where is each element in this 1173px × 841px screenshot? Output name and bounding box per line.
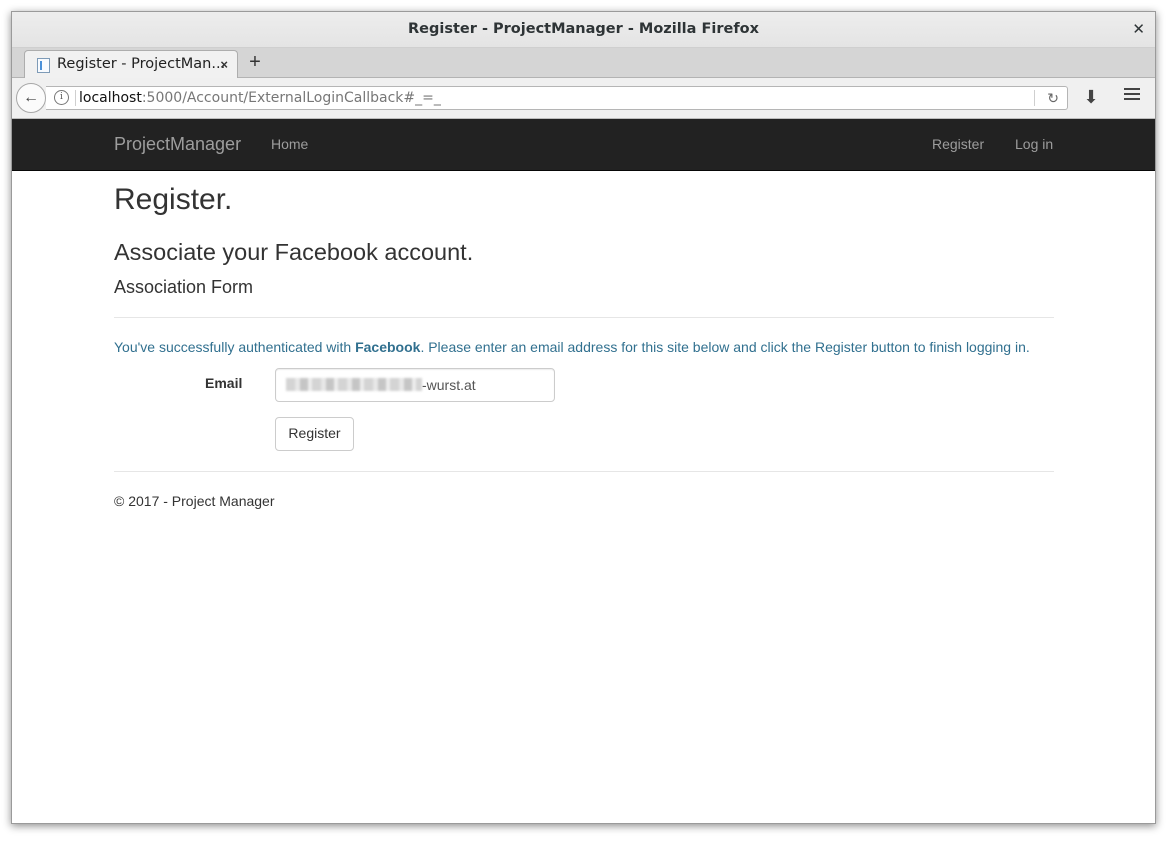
hamburger-menu-icon[interactable] bbox=[1124, 88, 1140, 104]
email-label: Email bbox=[205, 375, 243, 391]
page-content: ProjectManager Home Register Log in Regi… bbox=[12, 119, 1155, 823]
browser-window: Register - ProjectManager - Mozilla Fire… bbox=[11, 11, 1156, 824]
title-bar: Register - ProjectManager - Mozilla Fire… bbox=[12, 12, 1155, 48]
redacted-text bbox=[286, 378, 422, 391]
info-icon[interactable]: i bbox=[54, 90, 69, 105]
form-title: Association Form bbox=[114, 277, 254, 297]
window-title: Register - ProjectManager - Mozilla Fire… bbox=[408, 21, 759, 37]
browser-toolbar: ← i localhost:5000/Account/ExternalLogin… bbox=[12, 78, 1155, 119]
url-separator bbox=[75, 90, 76, 106]
page-icon bbox=[37, 58, 50, 73]
tab-close-icon[interactable]: × bbox=[220, 51, 228, 78]
info-message: You've successfully authenticated with F… bbox=[114, 339, 1030, 355]
tab-strip: Register - ProjectMan... × bbox=[12, 48, 1155, 78]
tab-register[interactable]: Register - ProjectMan... × bbox=[24, 50, 238, 78]
register-button[interactable]: Register bbox=[275, 417, 354, 451]
divider bbox=[114, 471, 1054, 472]
brand-link[interactable]: ProjectManager bbox=[114, 119, 241, 170]
close-icon[interactable]: ✕ bbox=[1132, 12, 1145, 47]
page-subtitle: Associate your Facebook account. bbox=[114, 239, 474, 265]
tab-label: Register - ProjectMan... bbox=[57, 56, 226, 72]
nav-home-link[interactable]: Home bbox=[271, 119, 308, 170]
url-separator bbox=[1034, 90, 1035, 106]
provider-name: Facebook bbox=[355, 339, 421, 355]
email-field[interactable]: -wurst.at bbox=[275, 368, 555, 402]
nav-register-link[interactable]: Register bbox=[932, 119, 984, 170]
url-text[interactable]: localhost:5000/Account/ExternalLoginCall… bbox=[79, 87, 441, 109]
new-tab-button[interactable]: + bbox=[245, 48, 265, 77]
nav-login-link[interactable]: Log in bbox=[1015, 119, 1053, 170]
arrow-left-icon[interactable]: ← bbox=[16, 83, 46, 113]
download-icon[interactable]: ⬇ bbox=[1080, 86, 1102, 108]
url-bar[interactable]: i localhost:5000/Account/ExternalLoginCa… bbox=[46, 86, 1068, 110]
site-navbar: ProjectManager Home Register Log in bbox=[12, 119, 1155, 171]
email-value: -wurst.at bbox=[422, 377, 476, 393]
page-title: Register. bbox=[114, 183, 233, 216]
footer-text: © 2017 - Project Manager bbox=[114, 493, 275, 509]
divider bbox=[114, 317, 1054, 318]
reload-icon[interactable]: ↻ bbox=[1047, 87, 1059, 109]
